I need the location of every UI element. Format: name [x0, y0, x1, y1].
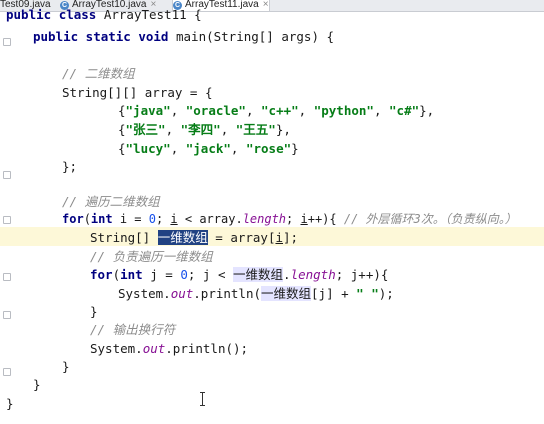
- code-line: String[][] array = {: [62, 85, 213, 100]
- code-line: // 负责遍历一维数组: [90, 249, 213, 264]
- code-line: }: [62, 359, 70, 374]
- code-line: for(int i = 0; i < array.length; i++){ /…: [62, 212, 517, 226]
- code-line: // 输出换行符: [90, 322, 176, 337]
- code-line: System.out.println();: [90, 341, 249, 356]
- code-line: System.out.println(一维数组[j] + " ");: [118, 286, 394, 301]
- code-line: {"张三", "李四", "王五"},: [118, 122, 291, 137]
- selected-variable: 一维数组: [157, 230, 208, 245]
- code-line: // 二维数组: [62, 66, 135, 81]
- code-line: // 遍历二维数组: [62, 194, 160, 209]
- code-line: String[] 一维数组 = array[i];: [90, 230, 299, 245]
- code-line: }: [6, 396, 14, 411]
- code-editor[interactable]: public class ArrayTest11 { public static…: [0, 0, 544, 424]
- code-line: public static void main(String[] args) {: [33, 29, 335, 44]
- code-line: public class ArrayTest11 {: [6, 7, 202, 22]
- code-line: };: [62, 159, 78, 174]
- code-line: }: [90, 304, 98, 319]
- text-cursor-icon: [200, 392, 206, 406]
- code-line: }: [33, 377, 41, 392]
- code-line: {"lucy", "jack", "rose"}: [118, 141, 299, 156]
- code-line: {"java", "oracle", "c++", "python", "c#"…: [118, 103, 435, 118]
- code-line: for(int j = 0; j < 一维数组.length; j++){: [90, 267, 389, 282]
